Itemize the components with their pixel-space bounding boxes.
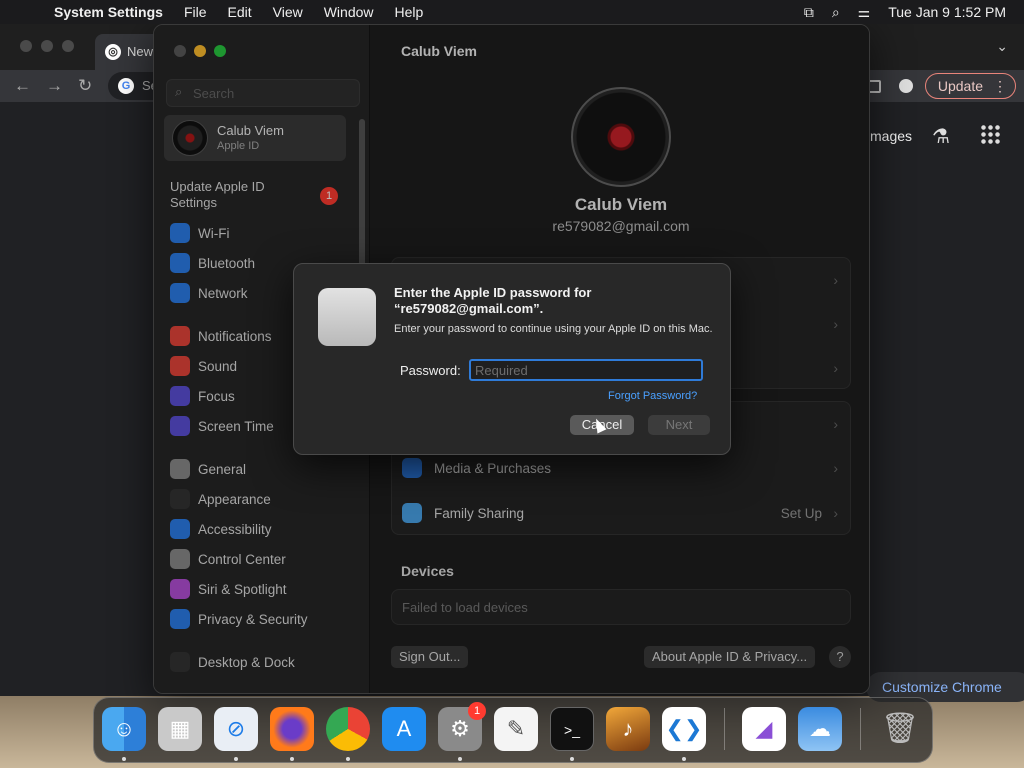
dock-running-indicator [346, 757, 350, 761]
chrome-tab-title: New [127, 44, 154, 59]
dock-running-indicator [458, 757, 462, 761]
dock-textedit-icon[interactable]: ✎ [494, 707, 538, 751]
menu-help[interactable]: Help [395, 4, 424, 20]
menubar-clock[interactable]: Tue Jan 9 1:52 PM [888, 4, 1006, 20]
dock-trash-icon[interactable]: 🗑 [878, 707, 922, 751]
tab-search-chevron-icon[interactable]: ⌄ [996, 38, 1008, 55]
dock-terminal-icon[interactable]: >_ [550, 707, 594, 751]
dialog-description: Enter your password to continue using yo… [394, 323, 713, 335]
google-icon: G [118, 78, 134, 94]
customize-chrome-label: Customize Chrome [882, 679, 1002, 695]
labs-flask-icon[interactable]: ⚗ [932, 124, 950, 149]
password-field[interactable] [469, 359, 703, 381]
dock-separator [724, 708, 725, 750]
dock-visual-studio-icon[interactable]: ◢ [742, 707, 786, 751]
dock-vscode-icon[interactable]: ❮❯ [662, 707, 706, 751]
forgot-password-link[interactable]: Forgot Password? [608, 390, 697, 402]
menu-view[interactable]: View [273, 4, 303, 20]
dock-separator [860, 708, 861, 750]
apple-id-password-dialog: Enter the Apple ID password for “re57908… [293, 263, 731, 455]
dock-weather-icon[interactable]: ☁ [798, 707, 842, 751]
dock-safari-icon[interactable]: ⊘ [214, 707, 258, 751]
screen-mirroring-icon[interactable]: ⧉ [804, 4, 814, 21]
chrome-zoom-button[interactable] [62, 40, 74, 52]
dock-settings-badge: 1 [468, 702, 486, 720]
chrome-favicon-icon: ◎ [105, 44, 121, 60]
next-button[interactable]: Next [648, 415, 710, 435]
dock-garageband-icon[interactable]: ♪ [606, 707, 650, 751]
chrome-close-button[interactable] [20, 40, 32, 52]
apple-logo-icon [318, 288, 376, 346]
dock-running-indicator [570, 757, 574, 761]
menu-edit[interactable]: Edit [228, 4, 252, 20]
dock-launchpad-icon[interactable]: ▦ [158, 707, 202, 751]
chrome-minimize-button[interactable] [41, 40, 53, 52]
reload-icon[interactable]: ↻ [78, 76, 92, 96]
google-images-link[interactable]: mages [870, 128, 912, 144]
password-label: Password: [400, 363, 461, 378]
update-label: Update [937, 78, 983, 94]
forward-arrow-icon[interactable]: → [46, 76, 63, 96]
dock-running-indicator [290, 757, 294, 761]
chrome-update-button[interactable]: Update ⋮ [924, 73, 1016, 99]
dock-running-indicator [682, 757, 686, 761]
menu-bar: System Settings File Edit View Window He… [0, 0, 1024, 24]
dock: ☺ ▦ ⊘ A ⚙ 1 ✎ >_ ♪ ❮❯ ◢ ☁ 🗑 [93, 697, 933, 763]
dock-chrome-icon[interactable] [326, 707, 370, 751]
dock-app-store-icon[interactable]: A [382, 707, 426, 751]
back-arrow-icon[interactable]: ← [14, 76, 31, 96]
menu-app-name[interactable]: System Settings [54, 4, 163, 20]
dialog-heading: Enter the Apple ID password for “re57908… [394, 285, 592, 316]
dock-finder-icon[interactable]: ☺ [102, 707, 146, 751]
spotlight-search-icon[interactable]: ⌕ [832, 4, 840, 21]
menu-file[interactable]: File [184, 4, 207, 20]
google-apps-grid-icon[interactable] [980, 124, 1000, 144]
menu-window[interactable]: Window [324, 4, 374, 20]
dock-running-indicator [122, 757, 126, 761]
profile-avatar-icon[interactable] [898, 79, 913, 93]
kebab-menu-icon: ⋮ [993, 78, 1007, 94]
dock-firefox-icon[interactable] [270, 707, 314, 751]
dock-running-indicator [234, 757, 238, 761]
control-center-icon[interactable]: ⚌ [858, 4, 871, 21]
